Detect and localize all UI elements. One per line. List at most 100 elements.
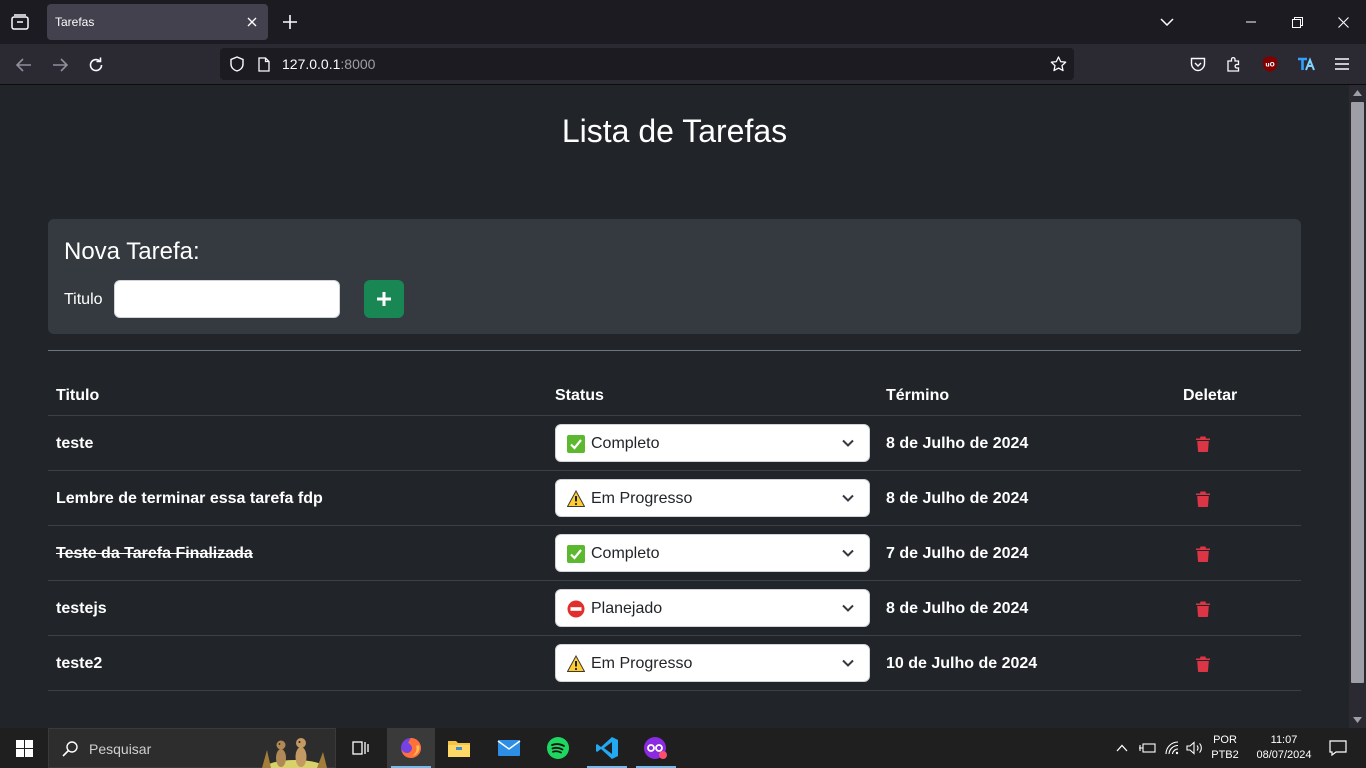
scrollbar-thumb[interactable]	[1351, 102, 1364, 683]
status-select[interactable]: Completo	[555, 424, 870, 462]
chevron-down-icon[interactable]	[1156, 12, 1178, 32]
mail-icon[interactable]	[485, 728, 533, 768]
page-scrollbar[interactable]	[1349, 85, 1366, 728]
close-tab-icon[interactable]	[242, 12, 262, 32]
tab-tarefas[interactable]: Tarefas	[47, 4, 268, 40]
notification-icon[interactable]	[1318, 728, 1358, 768]
warning-icon	[567, 490, 585, 508]
trash-icon[interactable]	[1194, 489, 1212, 509]
firefox-icon[interactable]	[387, 728, 435, 768]
table-row: testejs Planejado 8 de Julho de 2024	[48, 581, 1301, 636]
minimize-icon[interactable]	[1228, 0, 1274, 44]
incognito-app-icon[interactable]	[632, 728, 680, 768]
task-title: Lembre de terminar essa tarefa fdp	[56, 490, 323, 507]
task-end-date: 10 de Julho de 2024	[886, 655, 1038, 672]
restore-icon[interactable]	[1274, 0, 1320, 44]
header-title: Titulo	[56, 387, 100, 404]
status-select[interactable]: Completo	[555, 534, 870, 572]
windows-start-icon[interactable]	[0, 728, 48, 768]
wifi-icon[interactable]	[1162, 728, 1182, 768]
bookmark-star-icon[interactable]	[1048, 54, 1068, 74]
url-port: :8000	[340, 56, 376, 72]
trash-icon[interactable]	[1194, 654, 1212, 674]
meerkat-illustration-icon	[262, 738, 327, 768]
windows-taskbar: Pesquisar POR PTB2 11:07 08/07/2024	[0, 728, 1366, 768]
keyboard-layout: PTB2	[1211, 749, 1239, 761]
task-title: Teste da Tarefa Finalizada	[56, 545, 253, 562]
page-icon[interactable]	[256, 55, 272, 73]
task-end-date: 8 de Julho de 2024	[886, 600, 1029, 617]
page-title: Lista de Tarefas	[561, 113, 788, 149]
volume-icon[interactable]	[1185, 728, 1205, 768]
language-code: POR	[1213, 734, 1237, 746]
status-value: Em Progresso	[591, 490, 693, 507]
table-row: teste Completo 8 de Julho de 2024	[48, 416, 1301, 471]
translate-extension-icon[interactable]	[1295, 53, 1317, 75]
menu-hamburger-icon[interactable]	[1331, 53, 1353, 75]
task-end-date: 8 de Julho de 2024	[886, 435, 1029, 452]
status-select[interactable]: Em Progresso	[555, 479, 870, 517]
close-window-icon[interactable]	[1320, 0, 1366, 44]
task-title: teste2	[56, 655, 103, 672]
add-task-button[interactable]	[364, 280, 404, 318]
reload-icon[interactable]	[83, 52, 109, 78]
browser-tab-strip: Tarefas	[0, 0, 1366, 44]
taskbar-search[interactable]: Pesquisar	[48, 728, 336, 768]
tasks-table: Titulo Status Término Deletar teste Comp…	[48, 374, 1301, 691]
table-row: teste2 Em Progresso 10 de Julho de 2024	[48, 636, 1301, 691]
scroll-down-arrow-icon[interactable]	[1349, 714, 1366, 726]
status-value: Em Progresso	[591, 655, 693, 672]
forward-arrow-icon[interactable]	[47, 52, 73, 78]
table-row: Teste da Tarefa Finalizada Completo 7 de…	[48, 526, 1301, 581]
clock[interactable]: 11:07 08/07/2024	[1246, 733, 1322, 763]
url-bar[interactable]: 127.0.0.1:8000	[220, 48, 1074, 80]
tab-title: Tarefas	[55, 15, 95, 29]
ublock-shield-icon[interactable]: uO	[1259, 53, 1281, 75]
language-indicator[interactable]: POR PTB2	[1206, 733, 1244, 763]
clock-time: 11:07	[1270, 734, 1298, 746]
chevron-down-icon	[841, 492, 855, 504]
title-field-label: Titulo	[64, 291, 103, 308]
tray-chevron-up-icon[interactable]	[1114, 728, 1130, 768]
new-task-card: Nova Tarefa: Titulo	[48, 219, 1301, 334]
table-row: Lembre de terminar essa tarefa fdp Em Pr…	[48, 471, 1301, 526]
pocket-icon[interactable]	[1187, 53, 1209, 75]
check-icon	[567, 435, 585, 453]
new-tab-icon[interactable]	[279, 11, 301, 33]
no-entry-icon	[567, 600, 585, 618]
vscode-icon[interactable]	[583, 728, 631, 768]
chevron-down-icon	[841, 547, 855, 559]
warning-icon	[567, 655, 585, 673]
extensions-icon[interactable]	[1223, 53, 1245, 75]
scroll-up-arrow-icon[interactable]	[1349, 87, 1366, 99]
status-value: Completo	[591, 435, 660, 452]
new-task-heading: Nova Tarefa:	[64, 238, 200, 265]
navigation-bar: 127.0.0.1:8000 uO	[0, 44, 1366, 85]
status-value: Planejado	[591, 600, 663, 617]
task-title: testejs	[56, 600, 107, 617]
back-arrow-icon[interactable]	[11, 52, 37, 78]
trash-icon[interactable]	[1194, 434, 1212, 454]
page-content: Lista de Tarefas Nova Tarefa: Titulo Tit…	[0, 85, 1349, 728]
trash-icon[interactable]	[1194, 544, 1212, 564]
spotify-icon[interactable]	[534, 728, 582, 768]
trash-icon[interactable]	[1194, 599, 1212, 619]
plus-icon	[377, 292, 391, 306]
header-status: Status	[555, 387, 604, 404]
file-explorer-icon[interactable]	[435, 728, 483, 768]
status-select[interactable]: Em Progresso	[555, 644, 870, 682]
tab-overview-icon[interactable]	[8, 10, 32, 34]
header-end-date: Término	[886, 387, 950, 404]
task-end-date: 7 de Julho de 2024	[886, 545, 1029, 562]
battery-icon[interactable]	[1136, 728, 1158, 768]
chevron-down-icon	[841, 602, 855, 614]
url-text[interactable]: 127.0.0.1:8000	[282, 56, 375, 72]
table-header: Titulo Status Término Deletar	[48, 374, 1301, 416]
task-end-date: 8 de Julho de 2024	[886, 490, 1029, 507]
task-view-icon[interactable]	[337, 728, 385, 768]
clock-date: 08/07/2024	[1256, 749, 1312, 761]
status-select[interactable]: Planejado	[555, 589, 870, 627]
title-input[interactable]	[114, 280, 340, 318]
shield-icon[interactable]	[228, 55, 246, 73]
status-value: Completo	[591, 545, 660, 562]
